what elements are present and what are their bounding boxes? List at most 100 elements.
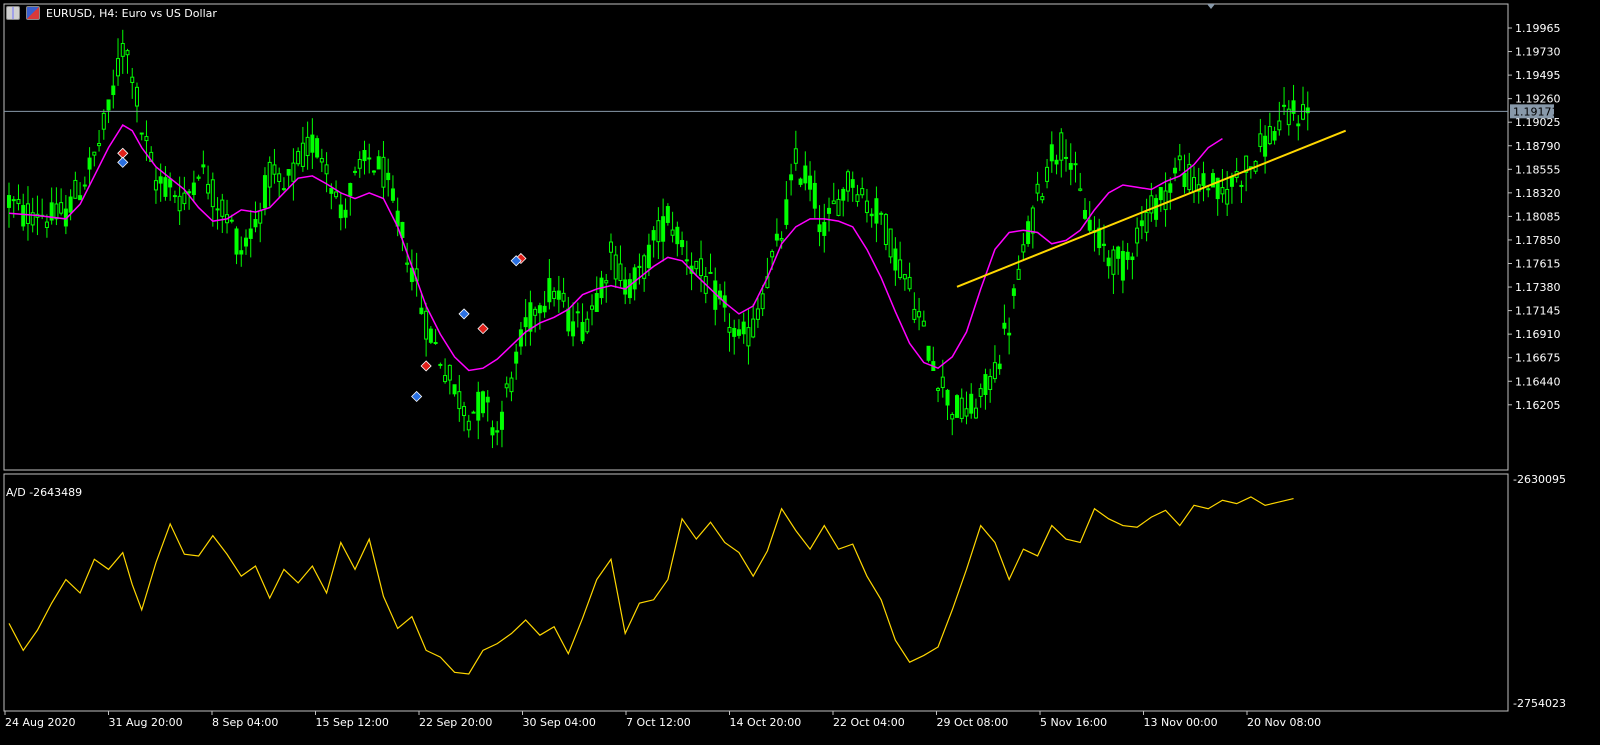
candle-body	[419, 307, 424, 315]
candle-body	[168, 178, 173, 188]
candle-body	[1277, 120, 1282, 131]
buy-arrow-icon[interactable]	[458, 308, 470, 320]
price-axis-label: 1.17615	[1515, 258, 1561, 271]
candle-body	[917, 311, 922, 318]
trendline[interactable]	[956, 129, 1347, 288]
candle-body	[978, 388, 983, 397]
candle-body	[499, 411, 504, 430]
candle-body	[59, 202, 64, 214]
candle-body	[940, 376, 945, 389]
candle-body	[182, 192, 187, 205]
candle-body	[1016, 268, 1021, 280]
candle-body	[319, 158, 324, 163]
candle-body	[732, 327, 737, 337]
candle-body	[428, 328, 433, 343]
candle-body	[1206, 188, 1211, 191]
candle-body	[1120, 251, 1125, 281]
candle-body	[608, 241, 613, 253]
chart-window[interactable]: EURUSD, H4: Euro vs US Dollar 1.19965 1.1…	[0, 0, 1600, 745]
candle-body	[571, 321, 576, 337]
candle-body	[926, 345, 931, 361]
candle-body	[855, 194, 860, 202]
candle-body	[1144, 211, 1149, 233]
chart-canvas[interactable]: 1.199651.197301.194951.192601.190251.187…	[0, 0, 1600, 745]
price-axis-label: 1.17145	[1515, 305, 1561, 318]
candle-body	[1158, 187, 1163, 201]
candle-body	[656, 220, 661, 243]
candle-body	[73, 179, 78, 199]
candle-body	[1182, 172, 1187, 188]
price-axis-label: 1.17380	[1515, 281, 1561, 294]
candle-body	[789, 174, 794, 181]
candle-body	[300, 142, 305, 167]
candle-body	[1139, 220, 1144, 227]
candle-body	[736, 329, 741, 336]
candle-body	[798, 178, 803, 185]
candle-body	[632, 267, 637, 290]
candle-body	[1087, 219, 1092, 231]
candle-body	[466, 420, 471, 431]
candle-body	[969, 393, 974, 414]
price-axis-label: 1.16910	[1515, 328, 1561, 341]
candle-body	[490, 427, 495, 436]
indicator-axis-bottom-label: -2754023	[1513, 697, 1566, 710]
candle-body	[504, 383, 509, 389]
time-axis-label: 13 Nov 00:00	[1144, 716, 1218, 729]
sell-arrow-icon[interactable]	[420, 360, 432, 372]
candle-body	[44, 221, 49, 228]
candle-body	[955, 395, 959, 418]
candle-body	[1229, 175, 1234, 187]
candle-body	[7, 195, 11, 208]
candle-body	[220, 199, 225, 217]
chart-shift-marker-icon[interactable]	[1207, 4, 1215, 9]
candle-body	[1125, 251, 1130, 260]
time-axis-label: 22 Sep 20:00	[419, 716, 492, 729]
candle-body	[1163, 190, 1168, 211]
candle-body	[196, 176, 201, 179]
candle-body	[191, 182, 196, 196]
candle-body	[1002, 322, 1007, 329]
candle-body	[97, 143, 102, 147]
buy-arrow-icon[interactable]	[117, 156, 129, 168]
time-axis-label: 24 Aug 2020	[5, 716, 75, 729]
candle-body	[675, 226, 680, 245]
candle-body	[646, 244, 651, 269]
candle-body	[1135, 227, 1140, 244]
candle-body	[334, 191, 339, 198]
price-axis-label: 1.17850	[1515, 234, 1561, 247]
indicator-pane-border	[3, 473, 1509, 712]
time-axis-label: 20 Nov 08:00	[1247, 716, 1321, 729]
candle-body	[907, 276, 912, 290]
candle-body	[988, 376, 993, 390]
candle-body	[324, 164, 329, 175]
candle-body	[234, 228, 239, 255]
candle-body	[936, 388, 941, 391]
candle-body	[575, 311, 580, 314]
time-axis-label: 8 Sep 04:00	[212, 716, 278, 729]
candle-body	[177, 195, 182, 212]
buy-arrow-icon[interactable]	[411, 390, 423, 403]
candle-body	[566, 308, 571, 332]
candle-body	[883, 214, 888, 246]
candle-body	[258, 210, 263, 224]
candle-body	[1282, 104, 1287, 107]
candle-body	[959, 397, 964, 419]
candle-body	[310, 134, 315, 153]
candle-body	[471, 411, 476, 414]
candle-body	[727, 326, 732, 333]
candle-body	[836, 198, 841, 216]
candle-body	[116, 58, 121, 77]
candle-body	[272, 164, 277, 175]
candle-body	[481, 391, 485, 414]
price-axis-label: 1.19730	[1515, 46, 1561, 59]
candle-body	[338, 204, 343, 219]
candle-body	[139, 132, 144, 135]
candle-body	[509, 377, 514, 393]
candle-body	[101, 112, 106, 130]
sell-arrow-icon[interactable]	[477, 323, 489, 335]
candle-body	[879, 212, 884, 215]
candle-body	[130, 76, 135, 83]
candle-body	[357, 158, 362, 169]
candle-body	[172, 195, 177, 198]
candle-body	[210, 179, 215, 208]
